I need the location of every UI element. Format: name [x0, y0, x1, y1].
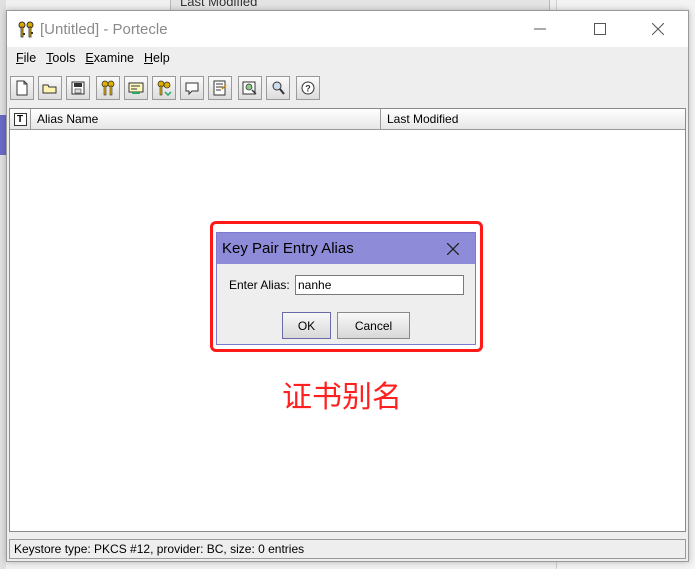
- new-keystore-icon: [16, 80, 28, 96]
- background-window-header: Last Modified: [170, 0, 550, 10]
- save-keystore-button[interactable]: [66, 76, 90, 100]
- menu-examine[interactable]: Examine: [80, 51, 139, 65]
- alias-input[interactable]: [295, 275, 464, 295]
- open-keystore-button[interactable]: [38, 76, 62, 100]
- examine-crl-icon: [242, 81, 257, 95]
- generate-keypair-button[interactable]: [96, 76, 120, 100]
- examine-certificate-icon: [213, 80, 227, 96]
- minimize-icon: [534, 28, 546, 30]
- annotation-label: 证书别名: [282, 380, 402, 415]
- keystore-report-button[interactable]: [180, 76, 204, 100]
- maximize-button[interactable]: [570, 11, 630, 47]
- close-button[interactable]: [628, 11, 688, 47]
- alias-label: Enter Alias:: [229, 278, 290, 292]
- status-bar: Keystore type: PKCS #12, provider: BC, s…: [9, 539, 686, 559]
- save-keystore-icon: [71, 81, 85, 95]
- examine-certificate-button[interactable]: [208, 76, 232, 100]
- table-header: T Alias Name Last Modified: [10, 109, 685, 130]
- import-keypair-button[interactable]: [152, 76, 176, 100]
- menu-file[interactable]: File: [11, 51, 41, 65]
- help-button[interactable]: ?: [296, 76, 320, 100]
- menu-bar: File Tools Examine Help: [7, 47, 688, 69]
- column-header-alias-name[interactable]: Alias Name: [31, 109, 381, 129]
- examine-ssl-button[interactable]: [266, 76, 290, 100]
- examine-crl-button[interactable]: [238, 76, 262, 100]
- generate-keypair-icon: [101, 80, 115, 96]
- type-column-icon: T: [13, 112, 27, 126]
- dialog-close-button[interactable]: [443, 239, 463, 259]
- svg-text:?: ?: [305, 84, 311, 94]
- import-trusted-cert-button[interactable]: [124, 76, 148, 100]
- import-trusted-cert-icon: [128, 82, 144, 94]
- cancel-button[interactable]: Cancel: [337, 312, 410, 339]
- examine-ssl-icon: [272, 81, 285, 95]
- open-keystore-icon: [42, 84, 57, 94]
- window-title: [Untitled] - Portecle: [40, 21, 168, 38]
- dialog-title-bar[interactable]: Key Pair Entry Alias: [217, 233, 475, 264]
- keystore-report-icon: [185, 82, 199, 96]
- title-bar[interactable]: [Untitled] - Portecle: [7, 11, 688, 47]
- ok-button[interactable]: OK: [282, 312, 331, 339]
- close-icon: [447, 243, 459, 255]
- keys-icon: [18, 21, 34, 38]
- column-header-type[interactable]: T: [10, 109, 31, 129]
- menu-tools[interactable]: Tools: [41, 51, 80, 65]
- minimize-button[interactable]: [510, 11, 570, 47]
- column-header-last-modified[interactable]: Last Modified: [381, 109, 685, 129]
- new-keystore-button[interactable]: [10, 76, 34, 100]
- dialog-title: Key Pair Entry Alias: [222, 240, 354, 257]
- key-pair-alias-dialog: Key Pair Entry Alias Enter Alias: OK Can…: [216, 232, 476, 345]
- toolbar: ?: [7, 71, 688, 105]
- help-icon: ?: [301, 81, 315, 95]
- background-header-text: Last Modified: [180, 0, 258, 9]
- import-keypair-icon: [157, 80, 172, 96]
- menu-help[interactable]: Help: [139, 51, 175, 65]
- close-icon: [652, 23, 664, 35]
- maximize-icon: [594, 23, 606, 35]
